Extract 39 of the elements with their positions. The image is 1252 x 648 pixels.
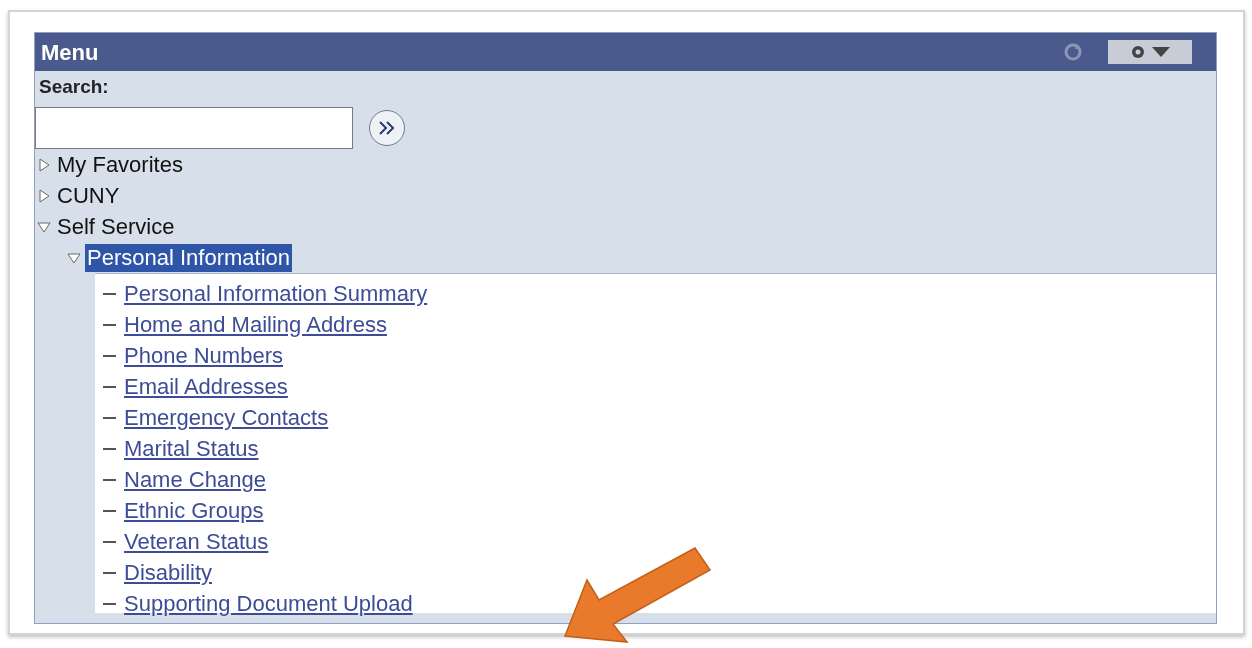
double-chevron-icon	[377, 120, 397, 136]
search-go-button[interactable]	[369, 110, 405, 146]
folder-item[interactable]: My Favorites	[55, 150, 185, 179]
folder-item[interactable]: Self Service	[55, 212, 177, 241]
folder-item[interactable]: Personal Information	[85, 243, 292, 272]
dash-marker	[103, 354, 116, 357]
menu-link[interactable]: Marital Status	[124, 434, 259, 463]
folder-item[interactable]: CUNY	[55, 181, 122, 210]
menu-link[interactable]: Veteran Status	[124, 527, 269, 556]
dash-marker	[103, 540, 116, 543]
refresh-icon[interactable]	[1062, 41, 1084, 63]
settings-dropdown-button[interactable]	[1108, 40, 1192, 64]
dash-marker	[103, 292, 116, 295]
menu-link[interactable]: Email Addresses	[124, 372, 288, 401]
menu-link[interactable]: Disability	[124, 558, 213, 587]
menu-link[interactable]: Ethnic Groups	[124, 496, 264, 525]
menu-title: Menu	[41, 38, 99, 67]
dash-marker	[103, 416, 116, 419]
expand-triangle-icon[interactable]	[37, 188, 51, 203]
expand-triangle-icon[interactable]	[37, 157, 51, 172]
menu-link[interactable]: Supporting Document Upload	[124, 589, 413, 618]
search-field[interactable]	[35, 107, 353, 149]
gear-icon	[1130, 44, 1146, 60]
search-label: Search:	[38, 75, 110, 99]
collapse-triangle-icon[interactable]	[67, 250, 81, 265]
menu-link[interactable]: Name Change	[124, 465, 266, 494]
menu-link[interactable]: Personal Information Summary	[124, 279, 428, 308]
dash-marker	[103, 478, 116, 481]
dash-marker	[103, 602, 116, 605]
dash-marker	[103, 571, 116, 574]
dash-marker	[103, 385, 116, 388]
menu-link[interactable]: Phone Numbers	[124, 341, 283, 370]
dash-marker	[103, 447, 116, 450]
menu-link[interactable]: Emergency Contacts	[124, 403, 329, 432]
caret-icon	[1152, 47, 1170, 57]
dash-marker	[103, 323, 116, 326]
dash-marker	[103, 509, 116, 512]
menu-link[interactable]: Home and Mailing Address	[124, 310, 387, 339]
collapse-triangle-icon[interactable]	[37, 219, 51, 234]
